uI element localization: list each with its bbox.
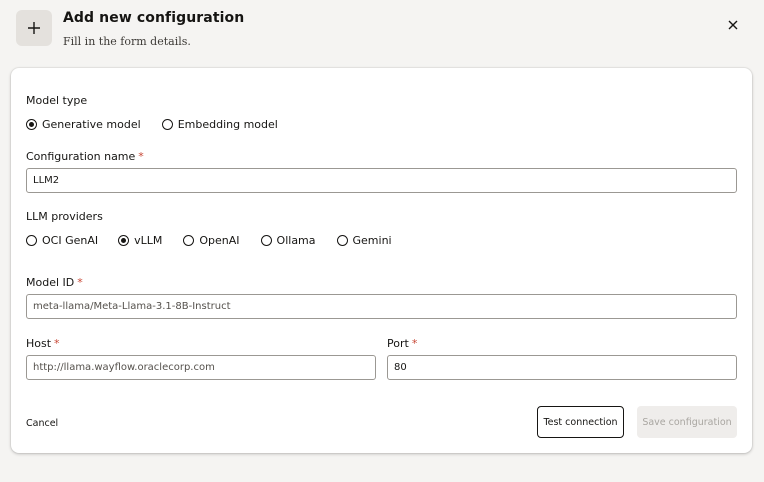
close-icon[interactable] [724, 16, 742, 34]
radio-label: Generative model [42, 117, 141, 131]
radio-dot[interactable] [260, 234, 272, 246]
required-mark: * [54, 337, 60, 350]
port-label: Port * [387, 337, 417, 350]
required-mark: * [77, 276, 83, 289]
radio-label: OCI GenAI [42, 233, 99, 247]
plus-icon [16, 10, 52, 46]
model-id-label-text: Model ID [26, 276, 75, 289]
radio-label: Embedding model [177, 117, 278, 131]
radio-label: Gemini [352, 233, 392, 247]
radio-openai[interactable]: OpenAI [183, 233, 240, 247]
cancel-button[interactable]: Cancel [26, 414, 58, 432]
radio-label: vLLM [134, 233, 163, 247]
radio-dot[interactable] [161, 118, 173, 130]
radio-dot[interactable] [118, 234, 130, 246]
dialog-title: Add new configuration [63, 10, 245, 26]
test-connection-button[interactable]: Test connection [537, 406, 624, 438]
radio-generative-model[interactable]: Generative model [26, 118, 141, 131]
radio-label: OpenAI [199, 233, 240, 247]
save-configuration-button[interactable]: Save configuration [637, 406, 737, 438]
model-id-input[interactable] [26, 294, 737, 319]
llm-providers-label: LLM providers [26, 210, 103, 223]
host-input[interactable] [26, 355, 376, 380]
model-type-radio-group: Generative model Embedding model [26, 117, 278, 131]
radio-embedding-model[interactable]: Embedding model [161, 117, 278, 131]
configuration-name-label: Configuration name * [26, 150, 144, 163]
radio-dot[interactable] [26, 118, 37, 130]
radio-dot[interactable] [26, 234, 37, 246]
radio-label: Ollama [276, 233, 316, 247]
radio-gemini[interactable]: Gemini [336, 233, 392, 247]
radio-vllm[interactable]: vLLM [118, 234, 162, 247]
llm-providers-radio-group: OCI GenAI vLLM OpenAI Ollama Gemini [26, 233, 392, 247]
port-label-text: Port [387, 337, 409, 350]
radio-ollama[interactable]: Ollama [260, 233, 316, 247]
dialog-header: Add new configuration Fill in the form d… [0, 0, 764, 66]
radio-dot[interactable] [183, 234, 195, 246]
configuration-name-input[interactable] [26, 168, 737, 193]
configuration-name-label-text: Configuration name [26, 150, 136, 163]
radio-dot[interactable] [336, 234, 348, 246]
dialog-subtitle: Fill in the form details. [63, 35, 191, 48]
host-label: Host * [26, 337, 60, 350]
model-type-label: Model type [26, 94, 88, 107]
host-label-text: Host [26, 337, 52, 350]
model-id-label: Model ID * [26, 276, 83, 289]
required-mark: * [138, 150, 144, 163]
radio-oci-genai[interactable]: OCI GenAI [26, 234, 98, 247]
port-input[interactable] [387, 355, 737, 380]
required-mark: * [411, 337, 418, 350]
